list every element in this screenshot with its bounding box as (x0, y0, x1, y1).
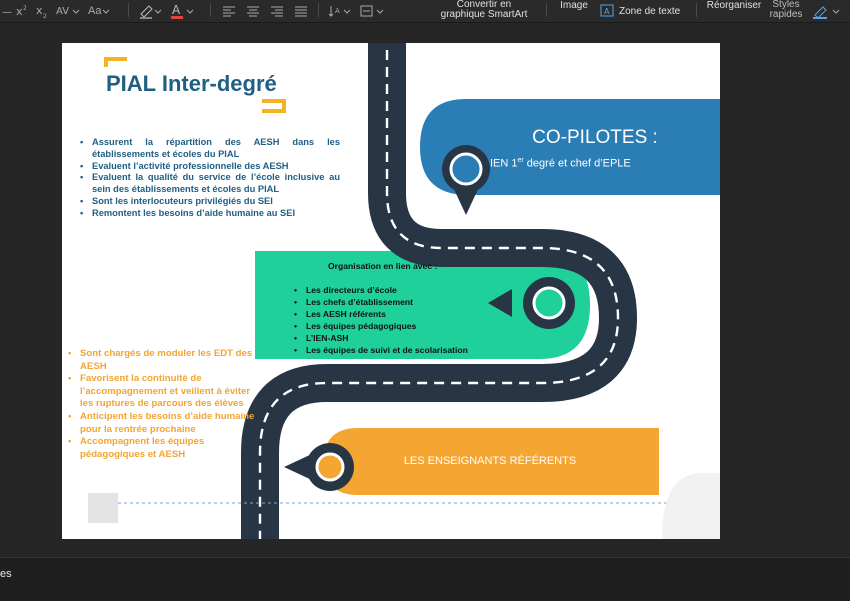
copilots-sub-prefix: IEN 1 (490, 157, 518, 170)
convert-smartart-button[interactable]: Convertir en graphique SmartArt (432, 0, 536, 20)
slide-title: PIAL Inter-degré (106, 71, 277, 96)
justify-button[interactable] (294, 0, 308, 22)
svg-text:2: 2 (43, 13, 47, 18)
toolbar-separator (128, 3, 129, 17)
svg-text:2: 2 (23, 5, 27, 12)
svg-text:A: A (335, 7, 340, 15)
toolbar-separator (546, 3, 547, 17)
textbox-icon: A (600, 4, 614, 17)
list-item: Anticipent les besoins d’aide humaine po… (66, 411, 256, 436)
reorganize-button[interactable]: Réorganiser (704, 1, 764, 11)
character-spacing-button[interactable]: AV (56, 0, 80, 22)
list-item: Remontent les besoins d’aide humaine au … (78, 208, 340, 220)
ribbon-toolbar: — x2 x2 AV Aa A A Convertir en graphique… (0, 0, 850, 23)
image-label: Image (560, 0, 588, 11)
svg-text:A: A (172, 3, 181, 17)
font-color-button[interactable]: A (170, 0, 196, 22)
list-item: Les directeurs d’école (292, 284, 532, 296)
copilots-subtitle: IEN 1er degré et chef d’EPLE (490, 157, 690, 170)
notes-bar[interactable]: es (0, 557, 850, 601)
copilots-title: CO-PILOTES : (532, 127, 658, 148)
change-case-label: Aa (88, 5, 102, 17)
list-item: Les équipes de suivi et de scolarisation (292, 344, 532, 356)
image-button[interactable]: Image (556, 1, 592, 11)
change-case-button[interactable]: Aa (88, 0, 111, 22)
list-item: Favorisent la continuité de l’accompagne… (66, 373, 256, 411)
font-color-small-icon[interactable]: — (2, 0, 12, 22)
textbox-button[interactable]: A Zone de texte (600, 0, 680, 22)
list-item: Les équipes pédagogiques (292, 320, 532, 332)
title-bracket-top (104, 57, 127, 67)
list-item: Les chefs d’établissement (292, 296, 532, 308)
referents-duties-list: Sont chargés de moduler les EDT des AESH… (66, 348, 256, 461)
highlight-color-button[interactable] (138, 0, 164, 22)
text-direction-button[interactable]: A (328, 0, 352, 22)
svg-text:x: x (36, 4, 43, 17)
align-right-button[interactable] (270, 0, 284, 22)
svg-text:A: A (604, 7, 610, 16)
align-center-button[interactable] (246, 0, 260, 22)
list-item: L’IEN-ASH (292, 332, 532, 344)
list-item: Evaluent la qualité du service de l’écol… (78, 172, 340, 196)
organisation-list: Les directeurs d’école Les chefs d’établ… (292, 284, 532, 356)
list-item: Assurent la répartition des AESH dans le… (78, 137, 340, 161)
map-pin-icon (284, 443, 354, 491)
notes-label: es (0, 568, 12, 580)
referents-label: LES ENSEIGNANTS RÉFÉRENTS (403, 455, 577, 467)
superscript-button[interactable]: x2 (16, 0, 30, 22)
quick-styles-button[interactable]: Styles rapides (764, 0, 808, 20)
reorganize-label: Réorganiser (706, 0, 762, 11)
list-item: Accompagnent les équipes pédagogiques et… (66, 436, 256, 461)
convert-smartart-line2: graphique SmartArt (440, 9, 528, 20)
placeholder-box[interactable] (88, 493, 118, 523)
decorative-shape (662, 473, 720, 539)
pial-duties-list: Assurent la répartition des AESH dans le… (78, 137, 340, 220)
toolbar-separator (210, 3, 211, 17)
list-item: Sont chargés de moduler les EDT des AESH (66, 348, 256, 373)
title-bracket-bottom (262, 99, 286, 113)
slide[interactable]: PIAL Inter-degré CO-PILOTES : IEN 1er de… (62, 43, 720, 539)
quick-styles-line2: rapides (769, 9, 803, 20)
list-item: Sont les interlocuteurs privilégiés du S… (78, 196, 340, 208)
textbox-label: Zone de texte (619, 5, 681, 17)
align-text-button[interactable] (360, 0, 386, 22)
subscript-button[interactable]: x2 (36, 0, 50, 22)
toolbar-separator (696, 3, 697, 17)
svg-text:AV: AV (56, 6, 69, 17)
align-left-button[interactable] (222, 0, 236, 22)
list-item: Evaluent l’activité professionnelle des … (78, 161, 340, 173)
copilots-sub-suffix: degré et chef d’EPLE (523, 157, 631, 170)
shape-outline-button[interactable] (812, 0, 844, 22)
organisation-title: Organisation en lien avec : (328, 261, 438, 271)
svg-text:—: — (2, 7, 12, 17)
toolbar-separator (318, 3, 319, 17)
list-item: Les AESH référents (292, 308, 532, 320)
map-pin-icon (442, 145, 490, 215)
svg-text:x: x (16, 5, 23, 18)
